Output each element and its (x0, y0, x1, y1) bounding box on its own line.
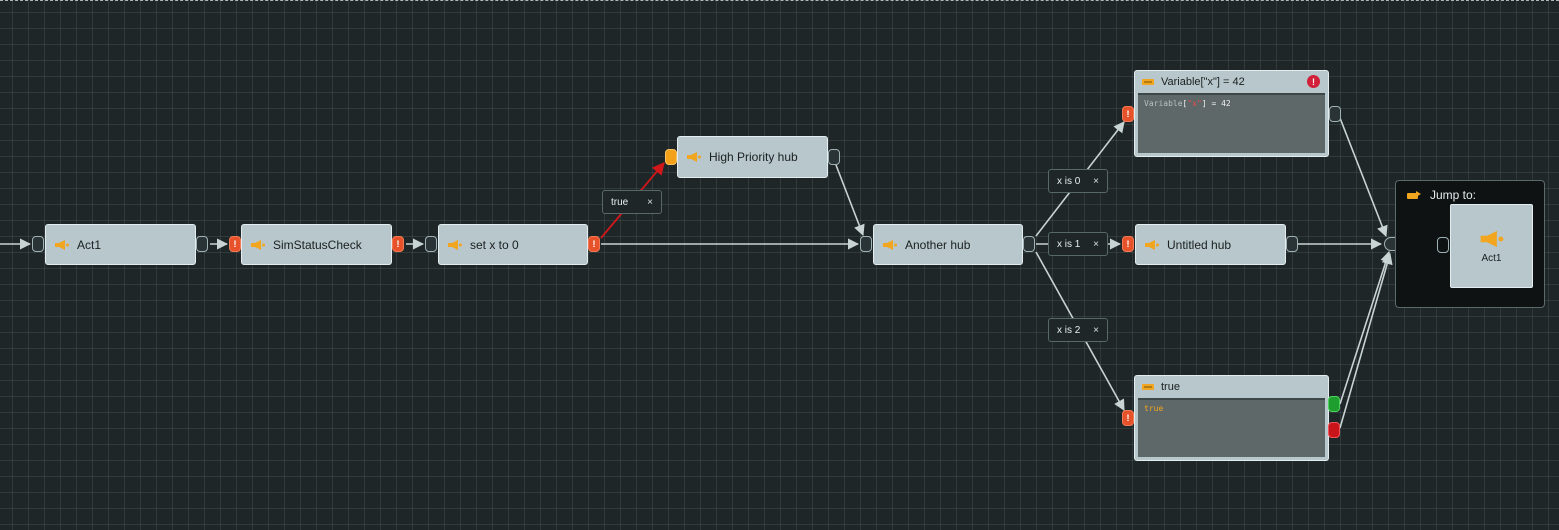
megaphone-icon (687, 152, 701, 162)
node-true-condition-title: true (1161, 380, 1180, 393)
simstatus-input-error-port[interactable]: ! (229, 236, 241, 252)
jump-to-node[interactable]: Jump to: Act1 (1395, 180, 1545, 308)
code-rest: ] = 42 (1201, 99, 1231, 108)
megaphone-icon (1145, 239, 1159, 250)
close-icon[interactable]: × (1093, 176, 1099, 187)
edge-variable-to-junction (1339, 117, 1388, 238)
condition-icon (1142, 383, 1154, 390)
node-act1[interactable]: Act1 (45, 224, 196, 265)
act1-input-port[interactable] (32, 236, 44, 252)
node-act1-label: Act1 (77, 237, 102, 252)
node-high-priority-hub[interactable]: High Priority hub (677, 136, 828, 178)
edge-label-x-is-0[interactable]: x is 0 × (1048, 169, 1108, 193)
node-variable-condition[interactable]: Variable["x"] = 42 ! Variable["x"] = 42 (1134, 70, 1329, 157)
node-untitled-hub-label: Untitled hub (1167, 237, 1232, 252)
edge-highpriority-to-anotherhub (835, 164, 865, 237)
node-set-x-to-0-label: set x to 0 (470, 237, 519, 252)
setx-input-port[interactable] (425, 236, 437, 252)
edge-true-green-to-junction (1339, 250, 1392, 405)
edge-label-x-is-1[interactable]: x is 1 × (1048, 232, 1108, 256)
close-icon[interactable]: × (1093, 239, 1099, 250)
true-input-error-port[interactable]: ! (1122, 410, 1134, 426)
untitled-output-port[interactable] (1286, 236, 1298, 252)
simstatus-output-error-port[interactable]: ! (392, 236, 404, 252)
true-condition-code[interactable]: true (1138, 398, 1325, 457)
megaphone-icon (55, 239, 69, 250)
node-true-condition[interactable]: true true (1134, 375, 1329, 461)
edge-true-red-to-junction (1339, 252, 1393, 429)
code-keyword: Variable (1144, 99, 1183, 108)
anotherhub-input-port[interactable] (860, 236, 872, 252)
edge-label-x-is-0-text: x is 0 (1057, 175, 1081, 187)
edge-label-true[interactable]: true × (602, 190, 662, 214)
node-simstatuscheck-label: SimStatusCheck (273, 237, 362, 252)
node-variable-condition-title: Variable["x"] = 42 (1161, 75, 1245, 88)
node-high-priority-hub-label: High Priority hub (709, 150, 798, 164)
false-output-port[interactable] (1328, 422, 1340, 438)
condition-icon (1142, 78, 1154, 85)
megaphone-icon (1480, 230, 1503, 247)
megaphone-icon (448, 239, 462, 250)
edge-label-x-is-2-text: x is 2 (1057, 324, 1081, 336)
node-set-x-to-0[interactable]: set x to 0 (438, 224, 588, 265)
true-output-port[interactable] (1328, 396, 1340, 412)
close-icon[interactable]: × (647, 197, 653, 208)
edge-label-x-is-1-text: x is 1 (1057, 238, 1081, 250)
node-simstatuscheck[interactable]: SimStatusCheck (241, 224, 392, 265)
variable-output-port[interactable] (1329, 106, 1341, 122)
error-warning-icon[interactable]: ! (1307, 75, 1320, 88)
untitled-input-error-port[interactable]: ! (1122, 236, 1134, 252)
edge-label-true-text: true (611, 196, 629, 208)
close-icon[interactable]: × (1093, 325, 1099, 336)
node-untitled-hub[interactable]: Untitled hub (1135, 224, 1286, 265)
jump-input-port[interactable] (1437, 237, 1449, 253)
act1-output-port[interactable] (196, 236, 208, 252)
megaphone-icon (883, 239, 897, 250)
jump-target-label: Act1 (1481, 252, 1502, 264)
jump-icon (1407, 191, 1421, 199)
node-another-hub-label: Another hub (905, 237, 971, 252)
variable-input-error-port[interactable]: ! (1122, 106, 1134, 122)
setx-output-error-port[interactable]: ! (588, 236, 600, 252)
jump-target-node[interactable]: Act1 (1450, 204, 1533, 288)
highpriority-input-port[interactable] (665, 149, 677, 165)
code-true: true (1144, 404, 1164, 413)
jump-to-title: Jump to: (1430, 188, 1477, 202)
megaphone-icon (251, 239, 265, 250)
code-string: "x" (1187, 99, 1202, 108)
node-another-hub[interactable]: Another hub (873, 224, 1023, 265)
variable-condition-code[interactable]: Variable["x"] = 42 (1138, 93, 1325, 153)
highpriority-output-port[interactable] (828, 149, 840, 165)
anotherhub-output-port[interactable] (1023, 236, 1035, 252)
edge-label-x-is-2[interactable]: x is 2 × (1048, 318, 1108, 342)
